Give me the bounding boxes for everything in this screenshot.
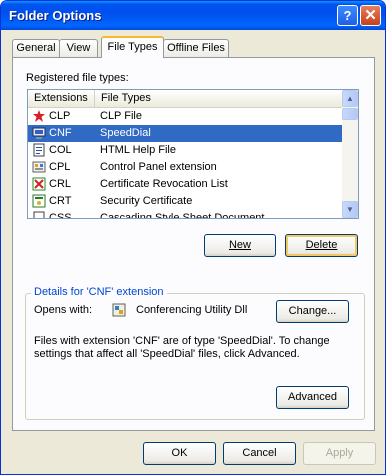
list-item[interactable]: CRT Security Certificate bbox=[28, 193, 342, 210]
tab-offline-files[interactable]: Offline Files bbox=[163, 39, 229, 57]
help-file-icon bbox=[32, 143, 46, 157]
column-extensions[interactable]: Extensions bbox=[28, 90, 95, 107]
advanced-button-label: Advanced bbox=[288, 391, 337, 403]
ok-button-label: OK bbox=[171, 447, 188, 459]
new-button-label: New bbox=[228, 239, 251, 251]
scroll-up-button[interactable]: ▲ bbox=[342, 90, 358, 107]
details-group-label: Details for 'CNF' extension bbox=[31, 286, 167, 298]
extension-cell: CNF bbox=[49, 127, 72, 139]
stylesheet-icon bbox=[32, 211, 46, 218]
file-type-cell: SpeedDial bbox=[100, 127, 151, 139]
delete-button[interactable]: Delete bbox=[285, 234, 358, 257]
registered-file-types-label: Registered file types: bbox=[26, 72, 129, 84]
description-line-1: Files with extension 'CNF' are of type '… bbox=[34, 335, 330, 347]
extension-cell: CRL bbox=[49, 178, 72, 190]
extension-cell: CSS bbox=[49, 212, 72, 219]
scroll-thumb[interactable] bbox=[342, 108, 358, 120]
opens-with-label: Opens with: bbox=[34, 304, 93, 316]
control-panel-icon bbox=[32, 160, 46, 174]
list-item[interactable]: CLP CLP File bbox=[28, 108, 342, 125]
file-type-cell: CLP File bbox=[100, 110, 142, 122]
vertical-scrollbar[interactable]: ▲ ▼ bbox=[342, 90, 358, 218]
cancel-button-label: Cancel bbox=[242, 447, 277, 459]
extension-cell: CPL bbox=[49, 161, 71, 173]
list-item[interactable]: CSS Cascading Style Sheet Document bbox=[28, 210, 342, 219]
cancel-button[interactable]: Cancel bbox=[223, 442, 296, 465]
new-button[interactable]: New bbox=[204, 234, 276, 257]
apply-button[interactable]: Apply bbox=[303, 442, 376, 465]
column-file-types[interactable]: File Types bbox=[95, 90, 342, 107]
tab-file-types[interactable]: File Types bbox=[101, 36, 164, 58]
clip-icon bbox=[32, 109, 46, 123]
help-button[interactable]: ? bbox=[337, 5, 358, 26]
delete-button-label: Delete bbox=[305, 239, 338, 251]
list-item[interactable]: COL HTML Help File bbox=[28, 142, 342, 159]
advanced-button[interactable]: Advanced bbox=[276, 386, 349, 409]
file-types-list[interactable]: Extensions File Types CLP CLP File CNF S… bbox=[27, 89, 359, 219]
list-item-selected[interactable]: CNF SpeedDial bbox=[28, 125, 342, 142]
extension-cell: COL bbox=[49, 144, 72, 156]
list-item[interactable]: CPL Control Panel extension bbox=[28, 159, 342, 176]
change-button-label: Change... bbox=[288, 305, 337, 317]
window-title: Folder Options bbox=[9, 8, 102, 23]
list-header: Extensions File Types bbox=[28, 90, 342, 108]
file-type-cell: Security Certificate bbox=[100, 195, 193, 207]
apply-button-label: Apply bbox=[325, 447, 354, 459]
file-type-cell: HTML Help File bbox=[100, 144, 176, 156]
scroll-down-button[interactable]: ▼ bbox=[342, 201, 358, 218]
certificate-icon bbox=[32, 194, 46, 208]
tab-general[interactable]: General bbox=[12, 39, 60, 57]
revocation-icon bbox=[32, 177, 46, 191]
speed-dial-icon bbox=[32, 126, 46, 140]
folder-options-window: Folder Options ? ✕ General View File Typ… bbox=[0, 0, 386, 475]
tab-view[interactable]: View bbox=[59, 39, 98, 57]
list-item[interactable]: CRL Certificate Revocation List bbox=[28, 176, 342, 193]
extension-cell: CLP bbox=[49, 110, 71, 122]
application-icon bbox=[112, 303, 126, 317]
description-line-2: settings that affect all 'SpeedDial' fil… bbox=[34, 348, 300, 360]
opens-with-value: Conferencing Utility Dll bbox=[136, 304, 248, 316]
file-type-cell: Cascading Style Sheet Document bbox=[100, 212, 265, 219]
close-button[interactable]: ✕ bbox=[360, 5, 381, 26]
file-type-cell: Control Panel extension bbox=[100, 161, 217, 173]
ok-button[interactable]: OK bbox=[143, 442, 216, 465]
change-button[interactable]: Change... bbox=[276, 300, 349, 323]
file-type-cell: Certificate Revocation List bbox=[100, 178, 228, 190]
extension-cell: CRT bbox=[49, 195, 72, 207]
title-bar[interactable]: Folder Options ? ✕ bbox=[1, 1, 385, 30]
